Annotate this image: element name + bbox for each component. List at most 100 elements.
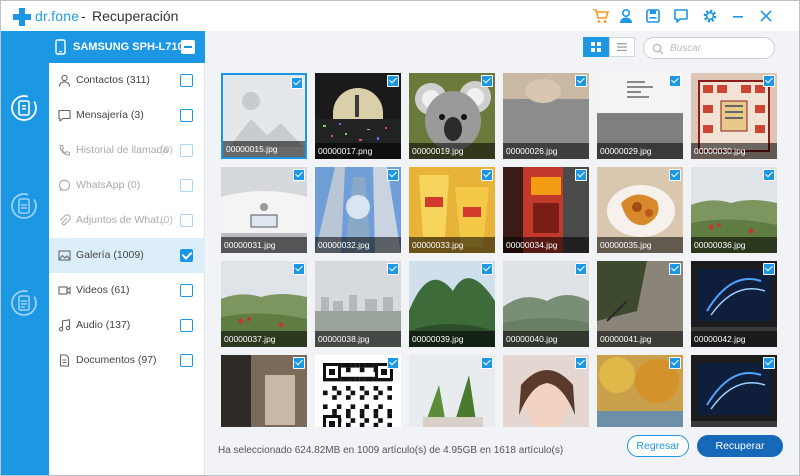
photo-checkbox[interactable] bbox=[387, 357, 399, 369]
photo-filename: 00000030.jpg bbox=[691, 143, 777, 159]
category-checkbox[interactable] bbox=[180, 179, 193, 192]
message-icon bbox=[58, 109, 71, 122]
category-item[interactable]: Documentos (97) bbox=[49, 343, 205, 378]
category-checkbox[interactable] bbox=[180, 109, 193, 122]
app-brand: dr.fone bbox=[35, 8, 80, 24]
photo-checkbox[interactable] bbox=[481, 75, 493, 87]
photo-thumbnail[interactable]: 00000017.png bbox=[315, 73, 401, 159]
photo-checkbox[interactable] bbox=[669, 263, 681, 275]
recover-from-backup-icon[interactable] bbox=[9, 191, 39, 221]
category-checkbox[interactable] bbox=[180, 74, 193, 87]
photo-checkbox[interactable] bbox=[575, 75, 587, 87]
photo-filename: 00000032.jpg bbox=[315, 237, 401, 253]
back-button[interactable]: Regresar bbox=[627, 435, 689, 457]
photo-checkbox[interactable] bbox=[293, 357, 305, 369]
photo-filename: 00000015.jpg bbox=[223, 141, 305, 157]
photo-thumbnail[interactable]: 00000029.jpg bbox=[597, 73, 683, 159]
category-item[interactable]: Mensajería (3) bbox=[49, 98, 205, 133]
view-toolbar bbox=[205, 31, 799, 67]
photo-thumbnail[interactable]: 00000015.jpg bbox=[221, 73, 307, 159]
category-item[interactable]: Videos (61) bbox=[49, 273, 205, 308]
category-item[interactable]: Contactos (311) bbox=[49, 63, 205, 98]
photo-checkbox[interactable] bbox=[575, 357, 587, 369]
photo-thumbnail[interactable] bbox=[691, 355, 777, 435]
grid-view-icon bbox=[591, 42, 601, 52]
category-item[interactable]: Historial de llamada (0) bbox=[49, 133, 205, 168]
close-icon[interactable] bbox=[757, 7, 775, 25]
photo-checkbox[interactable] bbox=[293, 169, 305, 181]
photo-checkbox[interactable] bbox=[669, 75, 681, 87]
photo-filename: 00000026.jpg bbox=[503, 143, 589, 159]
photo-thumbnail[interactable]: 00000033.jpg bbox=[409, 167, 495, 253]
cart-icon[interactable] bbox=[591, 7, 609, 25]
category-item[interactable]: Galería (1009) bbox=[49, 238, 205, 273]
photo-filename: 00000037.jpg bbox=[221, 331, 307, 347]
photo-checkbox[interactable] bbox=[387, 75, 399, 87]
photo-thumbnail[interactable]: 00000026.jpg bbox=[503, 73, 589, 159]
photo-thumbnail[interactable]: 00000037.jpg bbox=[221, 261, 307, 347]
list-view-button[interactable] bbox=[609, 37, 635, 57]
document-icon bbox=[58, 354, 71, 367]
photo-thumbnail[interactable]: 00000019.jpg bbox=[409, 73, 495, 159]
recover-button[interactable]: Recuperar bbox=[697, 435, 783, 457]
category-checkbox[interactable] bbox=[180, 214, 193, 227]
save-icon[interactable] bbox=[644, 7, 662, 25]
recover-from-device-icon[interactable] bbox=[9, 93, 39, 123]
device-header[interactable]: SAMSUNG SPH-L710 bbox=[49, 31, 205, 63]
photo-thumbnail[interactable]: 00000032.jpg bbox=[315, 167, 401, 253]
settings-icon[interactable] bbox=[701, 7, 719, 25]
photo-checkbox[interactable] bbox=[763, 263, 775, 275]
photo-thumbnail[interactable]: 00000036.jpg bbox=[691, 167, 777, 253]
mode-rail bbox=[1, 31, 49, 475]
search-box[interactable] bbox=[643, 37, 775, 59]
photo-checkbox[interactable] bbox=[293, 263, 305, 275]
photo-thumbnail[interactable]: 00000034.jpg bbox=[503, 167, 589, 253]
photo-thumbnail[interactable]: 00000030.jpg bbox=[691, 73, 777, 159]
photo-thumbnail[interactable] bbox=[503, 355, 589, 435]
photo-thumbnail[interactable] bbox=[597, 355, 683, 435]
photo-checkbox[interactable] bbox=[481, 263, 493, 275]
photo-thumbnail[interactable]: 00000042.jpg bbox=[691, 261, 777, 347]
photo-thumbnail[interactable]: 00000038.jpg bbox=[315, 261, 401, 347]
collapse-device-button[interactable] bbox=[181, 40, 195, 54]
minimize-icon[interactable] bbox=[729, 7, 747, 25]
grid-view-button[interactable] bbox=[583, 37, 609, 57]
photo-checkbox[interactable] bbox=[763, 357, 775, 369]
photo-checkbox[interactable] bbox=[575, 263, 587, 275]
category-item[interactable]: Adjuntos de What... (0) bbox=[49, 203, 205, 238]
photo-checkbox[interactable] bbox=[763, 169, 775, 181]
photo-thumbnail[interactable] bbox=[221, 355, 307, 435]
window-title: Recuperación bbox=[92, 8, 179, 24]
photo-checkbox[interactable] bbox=[575, 169, 587, 181]
photo-thumbnail[interactable]: 00000041.jpg bbox=[597, 261, 683, 347]
photo-thumbnail[interactable]: 00000040.jpg bbox=[503, 261, 589, 347]
user-icon[interactable] bbox=[617, 7, 635, 25]
photo-checkbox[interactable] bbox=[669, 169, 681, 181]
photo-thumbnail[interactable]: 00000035.jpg bbox=[597, 167, 683, 253]
photo-checkbox[interactable] bbox=[481, 357, 493, 369]
attachment-icon bbox=[58, 214, 71, 227]
photo-checkbox[interactable] bbox=[291, 77, 303, 89]
category-item[interactable]: WhatsApp (0) bbox=[49, 168, 205, 203]
photo-checkbox[interactable] bbox=[669, 357, 681, 369]
feedback-icon[interactable] bbox=[672, 7, 690, 25]
photo-thumbnail[interactable] bbox=[315, 355, 401, 435]
category-checkbox[interactable] bbox=[180, 319, 193, 332]
photo-checkbox[interactable] bbox=[763, 75, 775, 87]
category-checkbox[interactable] bbox=[180, 144, 193, 157]
category-checkbox[interactable] bbox=[180, 354, 193, 367]
selection-status: Ha seleccionado 624.82MB en 1009 artícul… bbox=[218, 445, 564, 456]
photo-thumbnail[interactable] bbox=[409, 355, 495, 435]
recover-from-cloud-icon[interactable] bbox=[9, 288, 39, 318]
photo-checkbox[interactable] bbox=[387, 169, 399, 181]
photo-thumbnail[interactable]: 00000039.jpg bbox=[409, 261, 495, 347]
photo-checkbox[interactable] bbox=[387, 263, 399, 275]
category-checkbox[interactable] bbox=[180, 284, 193, 297]
search-input[interactable] bbox=[670, 41, 766, 56]
photo-checkbox[interactable] bbox=[481, 169, 493, 181]
category-panel: SAMSUNG SPH-L710 Contactos (311) Mensajer… bbox=[49, 31, 205, 475]
category-checkbox[interactable] bbox=[180, 249, 193, 262]
category-label: Historial de llamada bbox=[76, 144, 169, 156]
photo-thumbnail[interactable]: 00000031.jpg bbox=[221, 167, 307, 253]
category-item[interactable]: Audio (137) bbox=[49, 308, 205, 343]
